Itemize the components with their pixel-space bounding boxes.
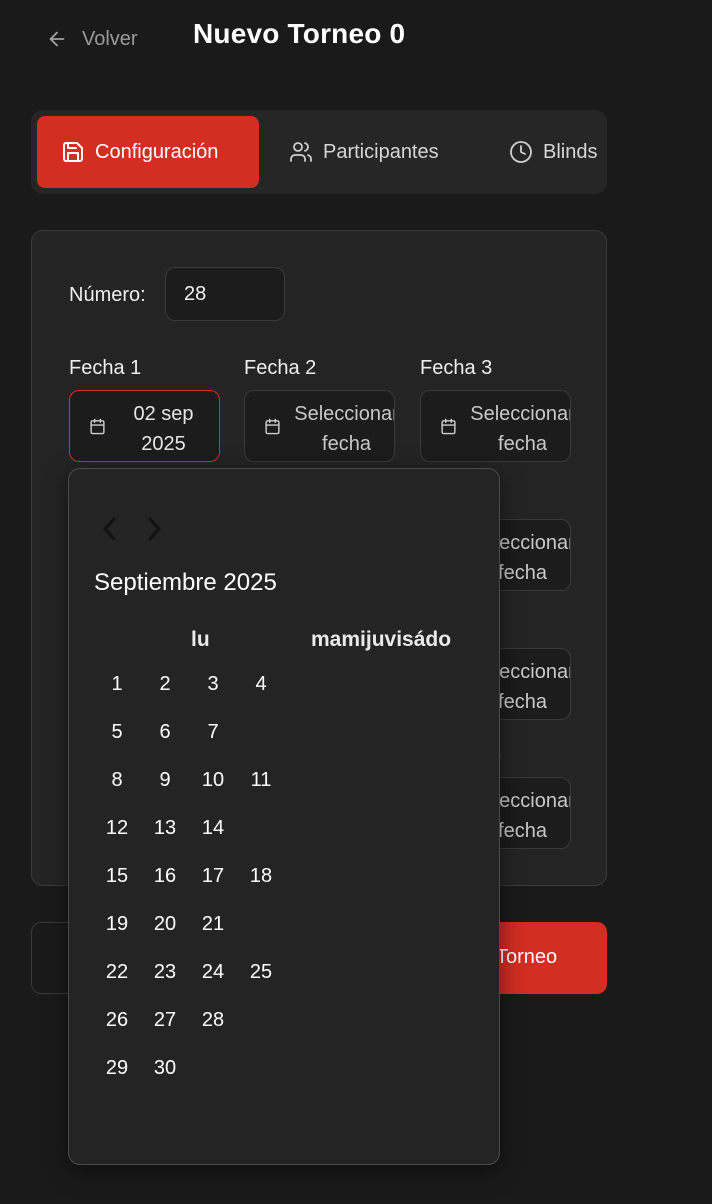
calendar-day[interactable]: 18 xyxy=(239,856,283,896)
next-month-button[interactable] xyxy=(141,515,167,543)
weekday-header: mamijuvisádo xyxy=(311,628,452,651)
header: Volver Nuevo Torneo 0 xyxy=(0,0,712,78)
calendar-day[interactable]: 24 xyxy=(191,952,235,992)
calendar-day[interactable]: 20 xyxy=(143,904,187,944)
fecha-2-label: Fecha 2 xyxy=(244,357,317,379)
calendar-day[interactable]: 15 xyxy=(95,856,139,896)
weekday-header: lu xyxy=(191,628,210,651)
create-label: Torneo xyxy=(496,946,558,968)
calendar-day[interactable]: 2 xyxy=(143,664,187,704)
page-title: Nuevo Torneo 0 xyxy=(193,18,406,49)
calendar-day[interactable]: 27 xyxy=(143,1000,187,1040)
calendar-day[interactable]: 29 xyxy=(95,1048,139,1088)
calendar-day[interactable]: 22 xyxy=(95,952,139,992)
calendar-icon xyxy=(441,418,456,435)
chevron-left-icon xyxy=(103,517,116,541)
save-icon xyxy=(63,142,83,162)
calendar-day[interactable]: 30 xyxy=(143,1048,187,1088)
calendar-day[interactable]: 11 xyxy=(239,760,283,800)
calendar-day[interactable]: 21 xyxy=(191,904,235,944)
tab-participantes[interactable]: Participantes xyxy=(289,116,439,188)
calendar-day[interactable]: 8 xyxy=(95,760,139,800)
calendar-icon xyxy=(265,418,280,435)
fecha-3-button[interactable]: Seleccionar fecha xyxy=(420,390,571,462)
fecha-1-label: Fecha 1 xyxy=(69,357,142,379)
tab-label: Configuración xyxy=(95,140,219,163)
back-label: Volver xyxy=(82,27,138,50)
calendar-day[interactable]: 9 xyxy=(143,760,187,800)
calendar-day[interactable]: 4 xyxy=(239,664,283,704)
month-caption: Septiembre 2025 xyxy=(94,569,277,596)
tab-label: Blinds xyxy=(543,140,598,163)
calendar-day[interactable]: 13 xyxy=(143,808,187,848)
calendar-day[interactable]: 7 xyxy=(191,712,235,752)
calendar-day[interactable]: 12 xyxy=(95,808,139,848)
date-picker-popover: Septiembre 2025 lu mamijuvisádo 12345678… xyxy=(68,468,500,1165)
tab-configuracion[interactable]: Configuración xyxy=(37,116,259,188)
chevron-right-icon xyxy=(148,517,161,541)
fecha-2-button[interactable]: Seleccionar fecha xyxy=(244,390,395,462)
calendar-day[interactable]: 16 xyxy=(143,856,187,896)
tab-bar: Configuración Participantes Blinds xyxy=(31,110,607,194)
users-icon xyxy=(290,142,312,162)
calendar-day[interactable]: 28 xyxy=(191,1000,235,1040)
calendar-icon xyxy=(90,418,105,435)
calendar-day[interactable]: 3 xyxy=(191,664,235,704)
arrow-left-icon xyxy=(49,31,65,47)
back-button[interactable]: Volver xyxy=(46,24,138,54)
calendar-day[interactable]: 6 xyxy=(143,712,187,752)
calendar-day[interactable]: 25 xyxy=(239,952,283,992)
date-value: 02 sep 2025 xyxy=(133,403,194,455)
fecha-1-button[interactable]: 02 sep 2025 xyxy=(69,390,220,462)
tab-label: Participantes xyxy=(323,140,439,163)
calendar-day[interactable]: 23 xyxy=(143,952,187,992)
calendar-day[interactable]: 17 xyxy=(191,856,235,896)
numero-input[interactable] xyxy=(165,267,285,321)
tab-blinds[interactable]: Blinds xyxy=(509,116,597,188)
date-placeholder: Seleccionar fecha xyxy=(470,403,571,455)
calendar-day[interactable]: 14 xyxy=(191,808,235,848)
calendar-day[interactable]: 1 xyxy=(95,664,139,704)
date-placeholder: Seleccionar fecha xyxy=(294,403,395,455)
calendar-day[interactable]: 10 xyxy=(191,760,235,800)
calendar-day[interactable]: 26 xyxy=(95,1000,139,1040)
fecha-3-label: Fecha 3 xyxy=(420,357,493,379)
clock-icon xyxy=(510,141,532,163)
numero-label: Número: xyxy=(69,284,146,306)
calendar-day[interactable]: 5 xyxy=(95,712,139,752)
calendar-day[interactable]: 19 xyxy=(95,904,139,944)
previous-month-button[interactable] xyxy=(97,515,123,543)
